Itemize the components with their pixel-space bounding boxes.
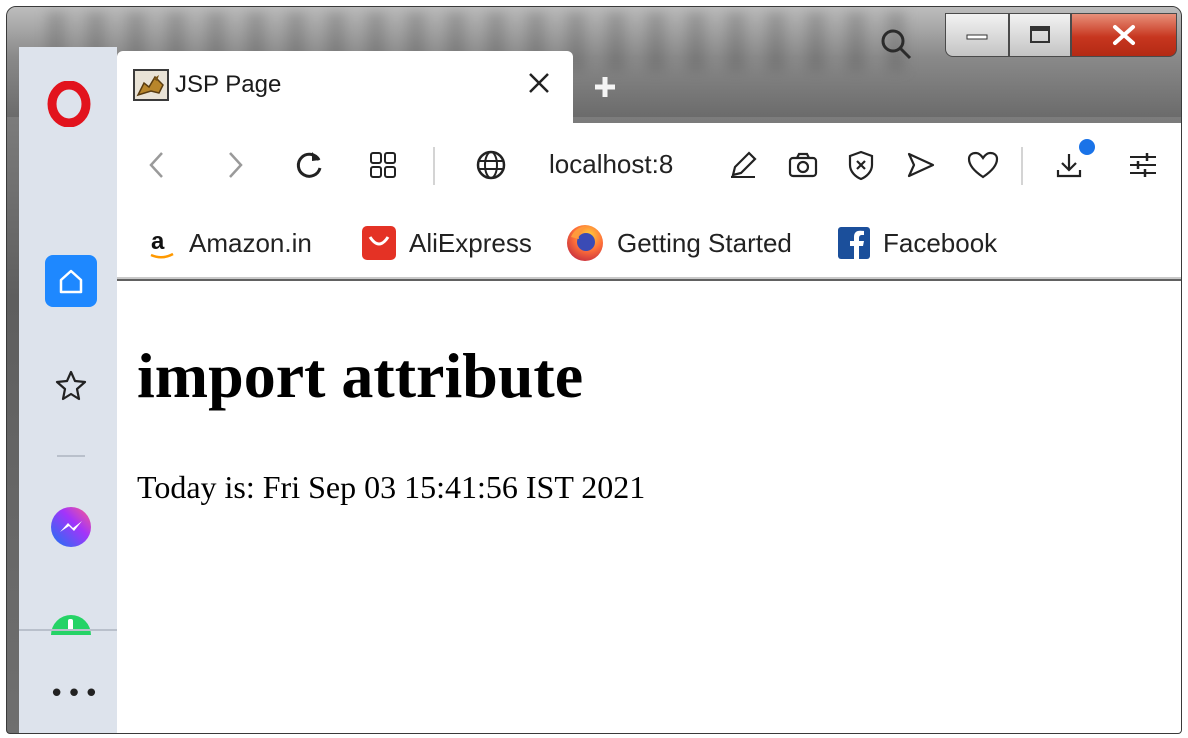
bookmark-label: AliExpress xyxy=(409,227,532,258)
forward-button[interactable] xyxy=(215,145,255,185)
tab-title: JSP Page xyxy=(175,71,282,98)
globe-icon xyxy=(476,150,506,180)
sidebar-whatsapp-button[interactable] xyxy=(49,613,93,635)
close-window-button[interactable] xyxy=(1071,13,1177,57)
toolbar-divider xyxy=(433,147,435,185)
shield-x-icon xyxy=(848,150,874,181)
amazon-icon: a xyxy=(150,228,174,259)
star-icon xyxy=(55,370,87,401)
close-icon xyxy=(1113,25,1135,45)
messenger-icon xyxy=(51,507,91,547)
my-flow-button[interactable] xyxy=(963,145,1003,185)
bookmark-aliexpress[interactable]: AliExpress xyxy=(361,223,532,263)
window-controls xyxy=(945,13,1181,59)
send-icon xyxy=(907,152,935,178)
pencil-icon xyxy=(731,151,757,178)
new-tab-button[interactable] xyxy=(587,69,623,105)
tab-jsp-page[interactable]: JSP Page xyxy=(117,51,573,123)
download-icon xyxy=(1056,154,1082,178)
bookmark-label: Amazon.in xyxy=(189,227,312,258)
download-notification-dot xyxy=(1079,139,1095,155)
bookmark-facebook[interactable]: Facebook xyxy=(837,223,997,263)
navigation-toolbar: localhost:8 xyxy=(117,123,1181,207)
bookmark-label: Getting Started xyxy=(617,227,792,258)
close-icon xyxy=(529,73,549,93)
reload-icon xyxy=(296,152,322,178)
opera-logo-icon[interactable] xyxy=(47,81,91,127)
aliexpress-icon xyxy=(362,226,396,260)
page-heading: import attribute xyxy=(137,340,584,411)
tab-close-button[interactable] xyxy=(521,65,557,101)
address-bar-url[interactable]: localhost:8 xyxy=(549,149,673,180)
firefox-icon xyxy=(567,225,603,261)
back-button[interactable] xyxy=(137,145,177,185)
sidebar: ••• xyxy=(19,47,117,733)
bookmark-getting-started[interactable]: Getting Started xyxy=(565,223,792,263)
chevron-left-icon xyxy=(149,152,163,178)
whatsapp-icon xyxy=(51,615,91,635)
bookmarks-bar: a Amazon.in AliExpress Getting Started F… xyxy=(117,207,1181,279)
svg-text:a: a xyxy=(151,228,165,255)
easy-setup-button[interactable] xyxy=(1123,145,1163,185)
bookmark-amazon[interactable]: a Amazon.in xyxy=(147,223,312,263)
grid-icon xyxy=(370,152,396,178)
tabs-overview-button[interactable] xyxy=(363,145,403,185)
snapshot-button[interactable] xyxy=(783,145,823,185)
edit-button[interactable] xyxy=(723,145,763,185)
sidebar-more-button[interactable]: ••• xyxy=(49,679,99,709)
sidebar-messenger-button[interactable] xyxy=(45,501,97,553)
minimize-button[interactable] xyxy=(945,13,1009,57)
maximize-button[interactable] xyxy=(1009,13,1071,57)
bookmark-label: Facebook xyxy=(883,227,998,258)
chevron-right-icon xyxy=(229,152,243,178)
home-icon xyxy=(59,269,83,294)
date-text: Today is: Fri Sep 03 15:41:56 IST 2021 xyxy=(137,469,646,505)
toolbar-divider xyxy=(1021,147,1023,185)
minimize-icon xyxy=(966,34,988,40)
sidebar-separator xyxy=(57,455,85,457)
browser-window: ••• JSP Page localhost:8 a Amazon.in Ali… xyxy=(6,6,1182,734)
tab-search-icon[interactable] xyxy=(877,25,917,65)
sidebar-home-button[interactable] xyxy=(45,255,97,307)
tomcat-favicon-icon xyxy=(133,69,169,101)
page-content: import attribute Today is: Fri Sep 03 15… xyxy=(117,281,1181,733)
site-info-button[interactable] xyxy=(471,145,511,185)
reload-button[interactable] xyxy=(289,145,329,185)
ad-blocker-button[interactable] xyxy=(841,145,881,185)
facebook-icon xyxy=(838,227,870,259)
sidebar-divider xyxy=(19,629,117,631)
maximize-icon xyxy=(1030,26,1050,43)
send-button[interactable] xyxy=(901,145,941,185)
heart-icon xyxy=(967,151,999,179)
settings-sliders-icon xyxy=(1130,153,1156,177)
sidebar-bookmarks-button[interactable] xyxy=(45,359,97,411)
camera-icon xyxy=(788,152,818,178)
plus-icon xyxy=(595,77,615,97)
